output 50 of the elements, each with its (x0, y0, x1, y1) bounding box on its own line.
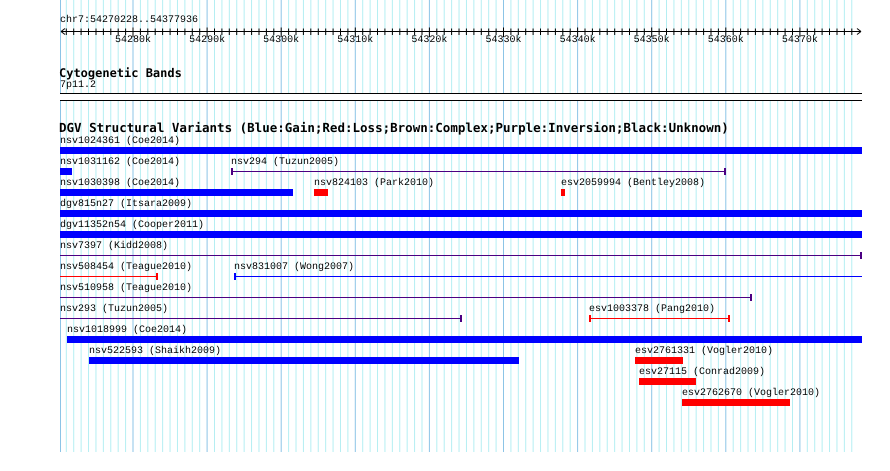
tick-label: 54370k (780, 35, 819, 47)
tick-label: 54280k (114, 35, 152, 47)
variant-line[interactable] (60, 252, 862, 259)
variant-bar[interactable] (314, 189, 328, 196)
tick-label: 54290k (188, 35, 226, 47)
variant-line[interactable] (60, 315, 462, 322)
variant-bar[interactable] (639, 378, 696, 385)
variant-label: esv1003378 (Pang2010) (589, 304, 716, 316)
band-label: 7p11.2 (60, 80, 96, 92)
variant-label: nsv1018999 (Coe2014) (67, 325, 188, 337)
variant-bar[interactable] (60, 147, 862, 154)
tick-label: 54340k (558, 35, 597, 47)
variant-line[interactable] (234, 273, 862, 280)
tick-label: 54350k (632, 35, 671, 47)
variant-label: esv2761331 (Vogler2010) (635, 346, 774, 358)
tick-label: 54300k (262, 35, 300, 47)
variant-line[interactable] (60, 294, 752, 301)
variant-label: dgv11352n54 (Cooper2011) (60, 220, 204, 232)
variant-bar[interactable] (60, 189, 293, 196)
variant-label: nsv522593 (Shaikh2009) (89, 346, 222, 358)
ruler-title: chr7:54270228..54377936 (60, 15, 198, 27)
variant-label: esv2762670 (Vogler2010) (682, 388, 820, 400)
variant-label: nsv1031162 (Coe2014) (60, 157, 180, 169)
variant-bar[interactable] (89, 357, 519, 364)
variant-label: esv27115 (Conrad2009) (639, 367, 766, 379)
variant-bar[interactable] (60, 210, 862, 217)
variant-label: dgv815n27 (Itsara2009) (60, 199, 192, 211)
variant-bar[interactable] (60, 231, 862, 238)
tick-label: 54310k (336, 35, 374, 47)
variant-label: nsv1024361 (Coe2014) (60, 136, 180, 148)
variant-bar[interactable] (682, 399, 790, 406)
variant-label: nsv1030398 (Coe2014) (60, 178, 180, 190)
variant-label: nsv508454 (Teague2010) (60, 262, 192, 274)
variant-label: nsv831007 (Wong2007) (234, 262, 354, 274)
variant-bar[interactable] (635, 357, 683, 364)
tick-label: 54330k (484, 35, 522, 47)
track-title: DGV Structural Variants (Blue:Gain;Red:Loss;Brown:Complex;Purple:Inversion;Black:Unknown) (59, 121, 729, 134)
track-title: Cytogenetic Bands (59, 67, 182, 80)
variant-bar[interactable] (561, 189, 565, 196)
tick-label: 54360k (706, 35, 745, 47)
variant-label: nsv7397 (Kidd2008) (60, 241, 168, 253)
variant-bar[interactable] (60, 168, 72, 175)
variant-label: nsv510958 (Teague2010) (60, 283, 192, 295)
variant-line[interactable] (231, 168, 726, 175)
tick-label: 54320k (410, 35, 448, 47)
variant-bar[interactable] (67, 336, 862, 343)
variant-label: esv2059994 (Bentley2008) (561, 178, 706, 190)
variant-label: nsv294 (Tuzun2005) (231, 157, 340, 169)
variant-label: nsv293 (Tuzun2005) (60, 304, 168, 316)
variant-label: nsv824103 (Park2010) (314, 178, 434, 190)
